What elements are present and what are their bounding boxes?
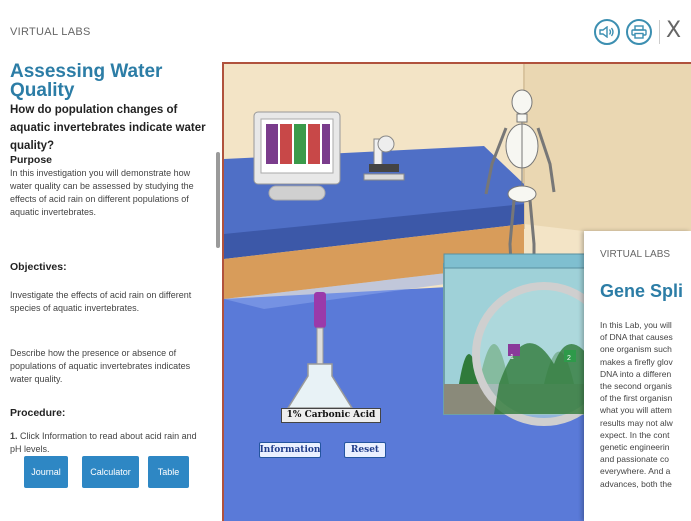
objective-1: Investigate the effects of acid rain on … [10, 290, 192, 313]
overlay-card[interactable]: VIRTUAL LABS Gene Spli In this Lab, you … [584, 231, 691, 521]
lab-title: Assessing Water Quality [10, 61, 163, 101]
purpose-text: In this investigation you will demonstra… [10, 168, 194, 217]
card-text-line: of DNA that causes [600, 332, 673, 343]
card-text-line: In this Lab, you will [600, 320, 672, 330]
table-button[interactable]: Table [148, 456, 189, 488]
card-text: In this Lab, you will of DNA that causes… [600, 319, 691, 490]
header-divider [659, 20, 660, 44]
objective-2: Describe how the presence or absence of … [10, 348, 191, 384]
procedure-heading: Procedure: [10, 407, 66, 419]
close-button[interactable]: X [666, 17, 681, 45]
reset-button[interactable]: Reset [344, 442, 386, 458]
lab-question: How do population changes of aquatic inv… [10, 104, 206, 152]
information-button[interactable]: Information [259, 442, 321, 458]
flask-label: 1% Carbonic Acid [281, 408, 381, 423]
app-label: VIRTUAL LABS [10, 26, 91, 38]
card-title: Gene Spli [600, 281, 684, 301]
card-text-line: and passionate co [600, 454, 669, 465]
card-text-line: genetic engineerin [600, 442, 670, 453]
journal-button[interactable]: Journal [24, 456, 68, 488]
print-button[interactable] [626, 19, 652, 45]
card-text-line: the second organis [600, 381, 672, 392]
objectives-heading: Objectives: [10, 261, 67, 273]
procedure-step-1: 1. Click Information to read about acid … [10, 430, 210, 456]
card-text-line: expect. In the cont [600, 429, 670, 440]
panel-scrollbar[interactable] [216, 152, 220, 248]
purpose-heading: Purpose [10, 154, 53, 166]
audio-button[interactable] [594, 19, 620, 45]
card-text-line: everywhere. And a [600, 466, 671, 477]
procedure-step-text: Click Information to read about acid rai… [10, 431, 197, 454]
calculator-button[interactable]: Calculator [82, 456, 139, 488]
instructions-panel: Assessing Water Quality How do populatio… [0, 56, 222, 521]
speaker-icon [599, 26, 614, 38]
close-icon: X [666, 18, 682, 43]
card-text-line: advances, both the [600, 478, 672, 489]
card-text-line: DNA into a differen [600, 368, 672, 379]
card-app-label: VIRTUAL LABS [600, 249, 671, 260]
card-text-line: one organism such [600, 344, 672, 355]
procedure-step-number: 1. [10, 431, 18, 441]
card-text-line: makes a firefly glov [600, 356, 673, 367]
marker-2: 2 [567, 355, 571, 362]
card-text-line: what you will attem [600, 405, 672, 416]
marker-1: 1 [510, 354, 514, 361]
printer-icon [631, 25, 647, 39]
card-text-line: of the first organisn [600, 393, 673, 404]
card-text-line: results may not alw [600, 417, 673, 428]
